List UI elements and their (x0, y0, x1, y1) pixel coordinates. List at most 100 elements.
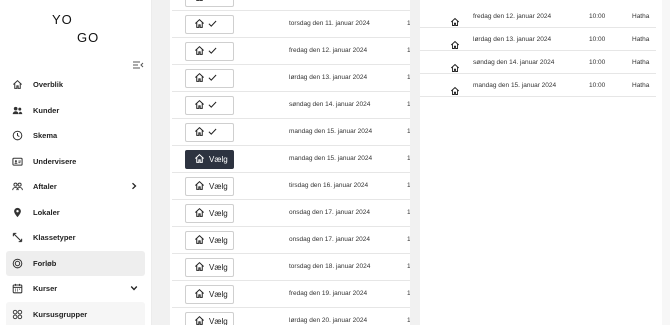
home-icon (194, 261, 205, 274)
dates-table: 1torsdag den 11. januar 20241 fredag den … (172, 0, 410, 325)
row-date: onsdag den 17. januar 2024 (289, 236, 370, 243)
sidebar-item-label: Klassetyper (33, 233, 76, 243)
select-button-label: Vælg (209, 155, 228, 164)
chevron-down-icon[interactable] (130, 284, 138, 292)
select-date-button[interactable]: Vælg (185, 150, 234, 169)
row-date: onsdag den 17. januar 2024 (289, 209, 370, 216)
check-icon (205, 127, 217, 138)
sidebar-item-label: Undervisere (33, 156, 77, 166)
selected-check-button[interactable] (185, 96, 234, 115)
table-row: 1 (172, 0, 410, 11)
row-date: tirsdag den 16. januar 2024 (289, 182, 369, 189)
selected-check-button[interactable] (185, 42, 234, 61)
sidebar-item-label: Kunder (33, 105, 60, 115)
selected-date-row: fredag den 12. januar 2024 10:00 Hatha (420, 5, 656, 28)
selected-dates-panel: fredag den 12. januar 2024 10:00 Hatha lørd… (420, 0, 670, 325)
row-date: fredag den 12. januar 2024 (289, 47, 368, 54)
row-date: lørdag den 20. januar 2024 (289, 317, 368, 324)
sidebar-item-label: Overblik (33, 80, 64, 90)
check-icon (205, 100, 217, 111)
sidebar-item-kunder[interactable]: Kunder (6, 98, 145, 124)
grid-icon (12, 309, 23, 320)
sidebar-item-kurser[interactable]: Kurser (6, 276, 145, 302)
home-icon (194, 288, 205, 301)
sidebar-item-label: Lokaler (33, 207, 60, 217)
sidebar: YO GO Overblik Kunder Skema Undervisere Afta… (0, 0, 152, 325)
row-date: søndag den 14. januar 2024 (289, 101, 371, 108)
home-icon (194, 207, 205, 220)
selected-class-type: Hatha (632, 13, 650, 20)
row-date: torsdag den 11. januar 2024 (289, 20, 370, 27)
chevron-right-icon[interactable] (130, 182, 138, 190)
selected-date: lørdag den 13. januar 2024 (473, 36, 552, 43)
sidebar-item-lokaler[interactable]: Lokaler (6, 200, 145, 226)
id-card-icon (12, 156, 23, 167)
table-row: Vælg tirsdag den 16. januar 2024 1 (172, 173, 410, 200)
check-icon (205, 46, 217, 57)
users-icon (12, 105, 23, 116)
sidebar-item-overblik[interactable]: Overblik (6, 72, 145, 98)
select-date-button[interactable]: Vælg (185, 177, 234, 196)
selected-time: 10:00 (589, 13, 606, 20)
select-button-label: Vælg (209, 263, 228, 272)
arrows-icon (12, 232, 23, 243)
sidebar-item-skema[interactable]: Skema (6, 123, 145, 149)
scrollbar[interactable] (662, 0, 670, 325)
table-row: Vælg fredag den 19. januar 2024 1 (172, 281, 410, 308)
home-icon (194, 234, 205, 247)
table-row: Vælg onsdag den 17. januar 2024 1 (172, 200, 410, 227)
people-icon (12, 181, 23, 192)
home-icon (12, 79, 23, 90)
table-row: lørdag den 13. januar 2024 1 (172, 65, 410, 92)
select-date-button[interactable]: Vælg (185, 204, 234, 223)
sidebar-item-klassetyper[interactable]: Klassetyper (6, 225, 145, 251)
selected-check-button[interactable] (185, 0, 234, 7)
selected-class-type: Hatha (632, 59, 650, 66)
select-button-label: Vælg (209, 209, 228, 218)
logo-line-1: YO (52, 12, 73, 27)
select-button-label: Vælg (209, 290, 228, 299)
home-icon (194, 18, 205, 31)
selected-check-button[interactable] (185, 15, 234, 34)
sidebar-item-label: Skema (33, 131, 58, 141)
selected-time: 10:00 (589, 82, 606, 89)
app-root: YO GO Overblik Kunder Skema Undervisere Afta… (0, 0, 670, 325)
logo[interactable]: YO GO (52, 10, 102, 46)
selected-check-button[interactable] (185, 69, 234, 88)
calendar-icon (12, 283, 23, 294)
collapse-sidebar-icon[interactable] (132, 58, 144, 70)
check-icon (205, 73, 217, 84)
select-button-label: Vælg (209, 236, 228, 245)
select-date-button[interactable]: Vælg (185, 312, 234, 325)
select-date-button[interactable]: Vælg (185, 285, 234, 304)
select-date-button[interactable]: Vælg (185, 258, 234, 277)
sidebar-item-aftaler[interactable]: Aftaler (6, 174, 145, 200)
sidebar-item-label: Aftaler (33, 182, 57, 192)
clock-icon (12, 130, 23, 141)
selected-date-row: søndag den 14. januar 2024 10:00 Hatha (420, 51, 656, 74)
sidebar-item-forlob[interactable]: Forløb (6, 250, 145, 276)
selected-date: fredag den 12. januar 2024 (473, 13, 552, 20)
select-date-button[interactable]: Vælg (185, 231, 234, 250)
selected-date-row: lørdag den 13. januar 2024 10:00 Hatha (420, 28, 656, 51)
check-icon (205, 19, 217, 30)
selected-class-type: Hatha (632, 82, 650, 89)
sidebar-item-label: Forløb (33, 258, 57, 268)
check-icon (205, 0, 217, 3)
table-row: torsdag den 11. januar 2024 1 (172, 11, 410, 38)
sidebar-item-kursusgrupper[interactable]: Kursusgrupper (6, 301, 145, 325)
selected-check-button[interactable] (185, 123, 234, 142)
table-row: Vælg onsdag den 17. januar 2024 1 (172, 227, 410, 254)
home-icon (194, 0, 205, 4)
row-date: fredag den 19. januar 2024 (289, 290, 368, 297)
sidebar-item-label: Kurser (33, 284, 58, 294)
sidebar-item-label: Kursusgrupper (33, 309, 88, 319)
home-icon (194, 126, 205, 139)
select-button-label: Vælg (209, 182, 228, 191)
rings-icon (12, 258, 23, 269)
table-row: Vælg mandag den 15. januar 2024 1 (172, 146, 410, 173)
sidebar-item-undervisere[interactable]: Undervisere (6, 149, 145, 175)
table-row: Vælg lørdag den 20. januar 2024 1 (172, 308, 410, 325)
selected-date: søndag den 14. januar 2024 (473, 59, 555, 66)
selected-date-row: mandag den 15. januar 2024 10:00 Hatha (420, 74, 656, 97)
